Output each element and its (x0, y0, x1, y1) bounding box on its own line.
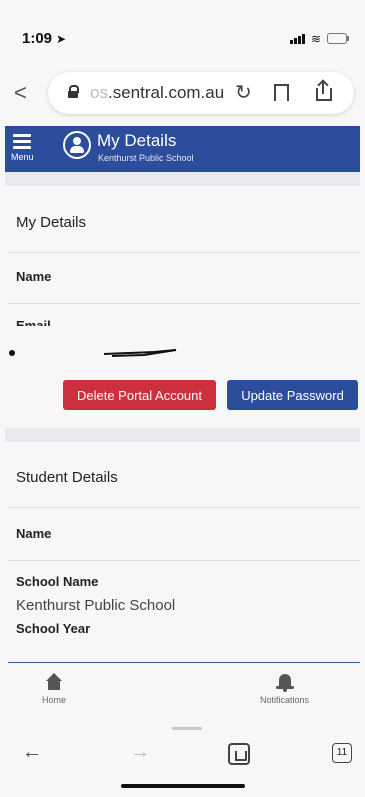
back-chevron-icon[interactable]: < (14, 80, 27, 106)
url-bar[interactable]: os.sentral.com.au ↻ (48, 72, 354, 114)
page-title: My Details (97, 131, 177, 150)
user-icon (63, 131, 91, 159)
location-arrow-icon: ➤ (56, 32, 67, 46)
school-name-label: School Name (16, 574, 99, 589)
bookmark-icon[interactable] (274, 84, 289, 103)
app-tab-bar: Home Notifications (8, 662, 360, 723)
redaction-scribble (9, 349, 177, 357)
status-time: 1:09 ➤ (22, 30, 66, 47)
section-divider (5, 428, 360, 442)
share-icon[interactable] (316, 79, 332, 101)
lock-icon (68, 85, 79, 98)
menu-label: Menu (11, 152, 34, 162)
email-label: Email (16, 318, 51, 326)
school-year-label: School Year (16, 621, 91, 636)
delete-portal-account-button[interactable]: Delete Portal Account (63, 380, 216, 410)
section-divider (5, 172, 360, 186)
home-button-icon[interactable] (228, 743, 250, 765)
menu-icon (11, 134, 41, 149)
tabs-icon[interactable]: 11 (332, 743, 352, 763)
url-faded-part: os (90, 83, 108, 102)
home-icon (44, 673, 64, 691)
student-details-heading: Student Details (16, 469, 118, 486)
url-text[interactable]: os.sentral.com.au (90, 83, 224, 103)
url-domain: .sentral.com.au (107, 83, 225, 102)
browser-toolbar: ← → 11 (0, 735, 365, 775)
battery-icon (327, 33, 349, 44)
system-icons: ≋ (289, 31, 349, 46)
update-password-button[interactable]: Update Password (227, 380, 358, 410)
reload-icon[interactable]: ↻ (235, 80, 252, 105)
tab-home-label: Home (42, 695, 67, 705)
student-name-label: Name (16, 526, 52, 541)
divider (8, 507, 360, 508)
school-name-value: Kenthurst Public School (16, 597, 176, 614)
name-label: Name (16, 269, 52, 284)
bell-icon (275, 673, 295, 693)
my-details-heading: My Details (16, 214, 87, 231)
divider (8, 252, 360, 253)
home-indicator (121, 784, 245, 788)
tab-home[interactable]: Home (42, 673, 66, 705)
divider (8, 303, 360, 304)
sheet-handle (172, 727, 202, 730)
school-subtitle: Kenthurst Public School (98, 153, 194, 163)
signal-icon (289, 33, 305, 44)
menu-button[interactable]: Menu (11, 134, 41, 168)
browser-address-row: < os.sentral.com.au ↻ (0, 68, 365, 120)
divider (8, 560, 360, 561)
status-bar: 1:09 ➤ ≋ (0, 0, 365, 60)
tab-notifications-label: Notifications (260, 695, 310, 705)
back-arrow-icon[interactable]: ← (22, 741, 42, 764)
time-label: 1:09 (22, 30, 53, 47)
wifi-icon: ≋ (310, 31, 321, 46)
forward-arrow-icon[interactable]: → (130, 741, 150, 764)
tab-notifications[interactable]: Notifications (260, 673, 309, 705)
app-header: Menu My Details Kenthurst Public School (5, 126, 360, 172)
